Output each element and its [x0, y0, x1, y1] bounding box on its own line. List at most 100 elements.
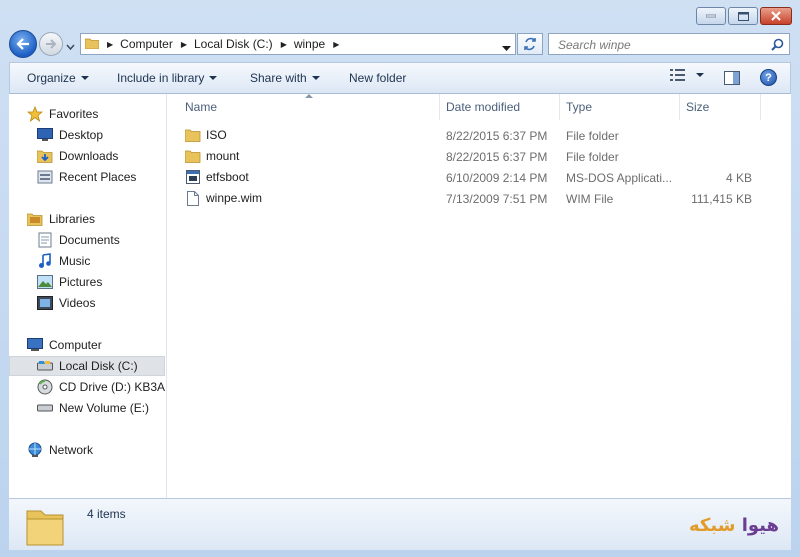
videos-icon — [37, 295, 53, 311]
nav-favorites[interactable]: Favorites — [27, 104, 98, 124]
change-view-button[interactable] — [670, 69, 704, 81]
address-bar[interactable]: ▶ Computer ▶ Local Disk (C:) ▶ winpe ▶ — [80, 33, 516, 55]
breadcrumb-local-disk[interactable]: Local Disk (C:) — [194, 37, 273, 51]
refresh-button[interactable] — [517, 33, 543, 55]
computer-icon — [27, 337, 43, 353]
breadcrumb-separator-icon[interactable]: ▶ — [181, 40, 187, 49]
address-dropdown[interactable] — [502, 41, 511, 55]
new-folder-button[interactable]: New folder — [349, 71, 406, 85]
search-input[interactable]: Search winpe — [558, 38, 631, 52]
breadcrumb-separator-icon[interactable]: ▶ — [281, 40, 287, 49]
file-date: 6/10/2009 2:14 PM — [446, 171, 548, 185]
folder-icon — [25, 505, 65, 550]
close-icon — [771, 11, 781, 21]
nav-libraries[interactable]: Libraries — [27, 209, 95, 229]
downloads-folder-icon — [37, 148, 53, 164]
share-with-button[interactable]: Share with — [250, 71, 320, 85]
nav-downloads[interactable]: Downloads — [37, 146, 118, 166]
file-name: etfsboot — [206, 170, 249, 184]
recent-places-icon — [37, 169, 53, 185]
watermark-part-2: شبکه — [689, 515, 736, 536]
cd-drive-icon — [37, 379, 53, 395]
table-row[interactable]: winpe.wim 7/13/2009 7:51 PM WIM File 111… — [167, 188, 767, 209]
table-row[interactable]: etfsboot 6/10/2009 2:14 PM MS-DOS Applic… — [167, 167, 767, 188]
chevron-down-icon — [66, 44, 75, 51]
share-with-label: Share with — [250, 71, 307, 85]
breadcrumb-separator-icon[interactable]: ▶ — [333, 40, 339, 49]
nav-documents[interactable]: Documents — [37, 230, 120, 250]
breadcrumb: ▶ Computer ▶ Local Disk (C:) ▶ winpe ▶ — [99, 34, 346, 54]
column-name[interactable]: Name — [185, 100, 217, 114]
column-date-modified[interactable]: Date modified — [446, 100, 520, 114]
sort-ascending-icon — [305, 94, 313, 98]
nav-music[interactable]: Music — [37, 251, 90, 271]
new-folder-label: New folder — [349, 71, 407, 85]
file-type: MS-DOS Applicati... — [566, 171, 671, 185]
chevron-down-icon — [696, 73, 704, 77]
organize-button[interactable]: Organize — [27, 71, 89, 85]
nav-desktop[interactable]: Desktop — [37, 125, 103, 145]
file-list: Name Date modified Type Size ISO 8/22/20… — [167, 94, 791, 498]
msdos-app-icon — [185, 169, 201, 185]
forward-button[interactable] — [39, 32, 63, 56]
chevron-down-icon — [80, 76, 89, 80]
breadcrumb-winpe[interactable]: winpe — [294, 37, 325, 51]
back-button[interactable] — [9, 30, 37, 58]
nav-local-disk[interactable]: Local Disk (C:) — [9, 356, 165, 376]
breadcrumb-separator-icon[interactable]: ▶ — [107, 40, 113, 49]
table-row[interactable]: ISO 8/22/2015 6:37 PM File folder — [167, 125, 767, 146]
navigation-row: ▶ Computer ▶ Local Disk (C:) ▶ winpe ▶ S… — [0, 30, 800, 60]
nav-new-volume[interactable]: New Volume (E:) — [37, 398, 149, 418]
watermark-part-1: هیوا — [741, 515, 780, 536]
maximize-button[interactable] — [728, 7, 758, 25]
libraries-icon — [27, 211, 43, 227]
nav-recent-places-label: Recent Places — [59, 170, 137, 184]
file-date: 7/13/2009 7:51 PM — [446, 192, 548, 206]
nav-pictures[interactable]: Pictures — [37, 272, 102, 292]
search-box[interactable]: Search winpe — [548, 33, 790, 55]
file-name-cell: mount — [185, 148, 239, 164]
breadcrumb-computer[interactable]: Computer — [120, 37, 173, 51]
file-type: WIM File — [566, 192, 614, 206]
search-icon[interactable] — [771, 38, 784, 51]
column-divider[interactable] — [439, 94, 440, 120]
organize-label: Organize — [27, 71, 76, 85]
documents-icon — [37, 232, 53, 248]
nav-documents-label: Documents — [59, 233, 120, 247]
folder-icon — [185, 148, 201, 164]
column-header-row: Name Date modified Type Size — [167, 94, 791, 120]
help-button[interactable]: ? — [760, 69, 777, 86]
file-icon — [185, 190, 201, 206]
title-bar — [0, 0, 800, 30]
column-divider[interactable] — [559, 94, 560, 120]
chevron-down-icon — [209, 76, 218, 80]
column-divider[interactable] — [760, 94, 761, 120]
column-type[interactable]: Type — [566, 100, 592, 114]
file-size: 4 KB — [725, 171, 752, 185]
file-size: 111,415 KB — [691, 192, 752, 206]
column-size[interactable]: Size — [686, 100, 709, 114]
close-button[interactable] — [760, 7, 792, 25]
nav-computer[interactable]: Computer — [27, 335, 102, 355]
nav-pictures-label: Pictures — [59, 275, 103, 289]
file-name-cell: winpe.wim — [185, 190, 262, 206]
nav-cd-drive[interactable]: CD Drive (D:) KB3AIK — [37, 377, 166, 397]
minimize-button[interactable] — [696, 7, 726, 25]
pictures-icon — [37, 274, 53, 290]
nav-recent-places[interactable]: Recent Places — [37, 167, 136, 187]
include-in-library-button[interactable]: Include in library — [117, 71, 218, 85]
file-date: 8/22/2015 6:37 PM — [446, 129, 548, 143]
column-divider[interactable] — [679, 94, 680, 120]
preview-pane-button[interactable] — [724, 71, 740, 88]
details-pane: 4 items هیوا شبکه — [9, 498, 791, 550]
file-type: File folder — [566, 129, 619, 143]
view-details-icon — [670, 69, 685, 81]
recent-pages-dropdown[interactable] — [66, 39, 75, 53]
navigation-pane: Favorites Desktop Downloads Recent Place… — [9, 94, 167, 498]
nav-videos[interactable]: Videos — [37, 293, 95, 313]
nav-videos-label: Videos — [59, 296, 96, 310]
maximize-icon — [737, 11, 749, 21]
nav-network[interactable]: Network — [27, 440, 93, 460]
desktop-icon — [37, 127, 53, 143]
table-row[interactable]: mount 8/22/2015 6:37 PM File folder — [167, 146, 767, 167]
